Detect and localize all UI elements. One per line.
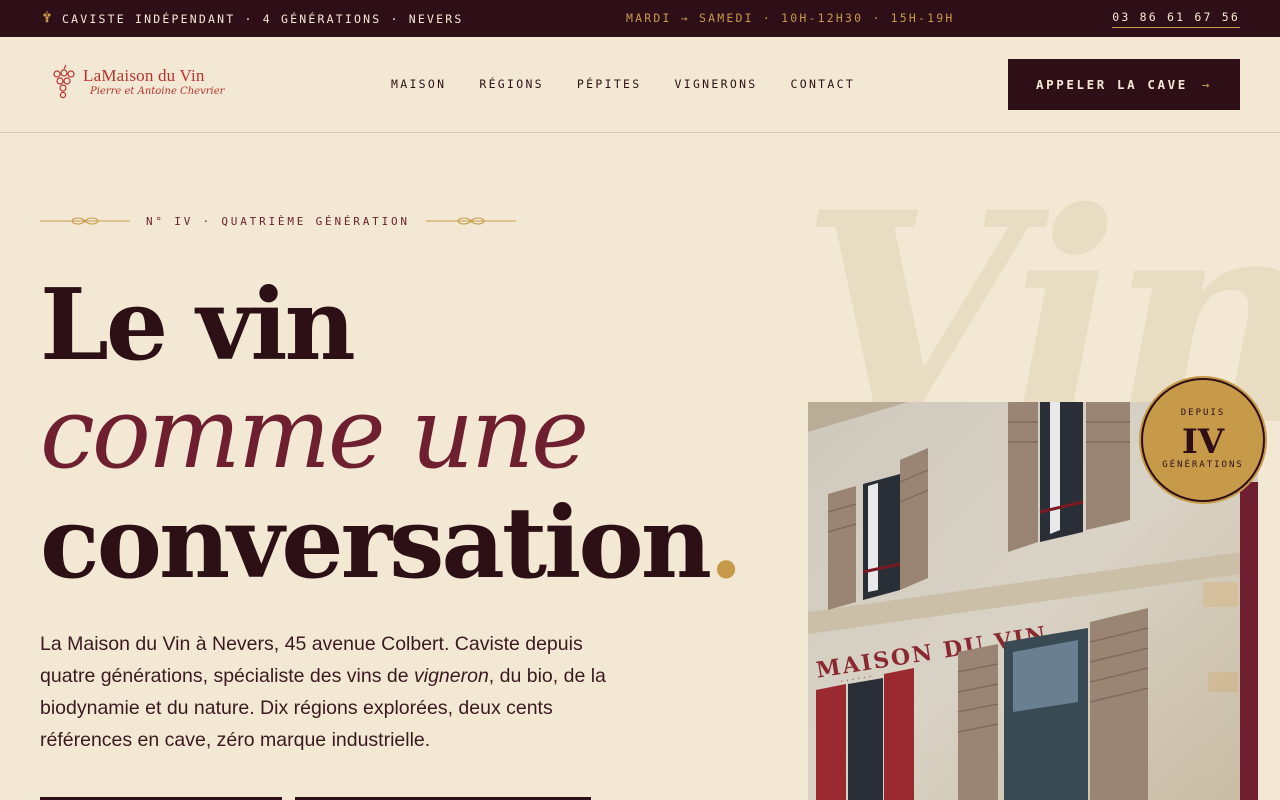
hero-lead-emphasis: vigneron — [413, 665, 489, 687]
hero-title-dot: . — [709, 486, 743, 601]
logo-subtitle: Pierre et Antoine Chevrier — [90, 86, 225, 97]
grape-logo-icon — [53, 64, 75, 99]
logo-name: LaMaison du Vin — [83, 66, 205, 85]
nav-item-vignerons[interactable]: VIGNERONS — [675, 77, 758, 91]
phone-link[interactable]: 03 86 61 67 56 — [1112, 10, 1240, 28]
site-header: LaMaison du Vin Pierre et Antoine Chevri… — [0, 37, 1280, 133]
ornament-right-icon — [425, 217, 516, 225]
call-shop-label: APPELER LA CAVE — [1035, 77, 1188, 92]
main-nav: MAISON RÉGIONS PÉPITES VIGNERONS CONTACT — [391, 77, 855, 91]
hero-title-line-2: comme une — [40, 377, 589, 491]
hero-title-line-3: conversation. — [40, 486, 743, 601]
arrow-right-icon: → — [1201, 77, 1213, 92]
top-bar-tagline-group: CAVISTE INDÉPENDANT · 4 GÉNÉRATIONS · NE… — [42, 11, 463, 26]
grape-icon — [42, 11, 52, 26]
logo[interactable]: LaMaison du Vin Pierre et Antoine Chevri… — [48, 62, 248, 102]
nav-item-contact[interactable]: CONTACT — [791, 77, 856, 91]
opening-hours: MARDI → SAMEDI · 10H-12H30 · 15H-19H — [626, 11, 955, 25]
nav-item-maison[interactable]: MAISON — [391, 77, 446, 91]
nav-item-pepites[interactable]: PÉPITES — [577, 77, 642, 91]
badge-numeral: IV — [1181, 422, 1225, 462]
hero-title-line-3-text: conversation — [40, 486, 712, 601]
eyebrow-text: N° IV · QUATRIÈME GÉNÉRATION — [146, 214, 410, 228]
badge-bottom-text: GÉNÉRATIONS — [1162, 460, 1244, 470]
hero-lead: La Maison du Vin à Nevers, 45 avenue Col… — [40, 628, 610, 756]
nav-item-regions[interactable]: RÉGIONS — [479, 77, 544, 91]
hero-title-line-1: Le vin — [40, 268, 356, 383]
top-bar-tagline: CAVISTE INDÉPENDANT · 4 GÉNÉRATIONS · NE… — [62, 11, 464, 26]
ornament-left-icon — [40, 217, 130, 225]
call-shop-button[interactable]: APPELER LA CAVE → — [1008, 59, 1240, 110]
top-bar: CAVISTE INDÉPENDANT · 4 GÉNÉRATIONS · NE… — [0, 0, 1280, 37]
hero-eyebrow: N° IV · QUATRIÈME GÉNÉRATION — [40, 214, 516, 228]
badge-top-text: DEPUIS — [1180, 408, 1226, 418]
generations-badge: DEPUIS IV GÉNÉRATIONS — [1141, 378, 1265, 502]
